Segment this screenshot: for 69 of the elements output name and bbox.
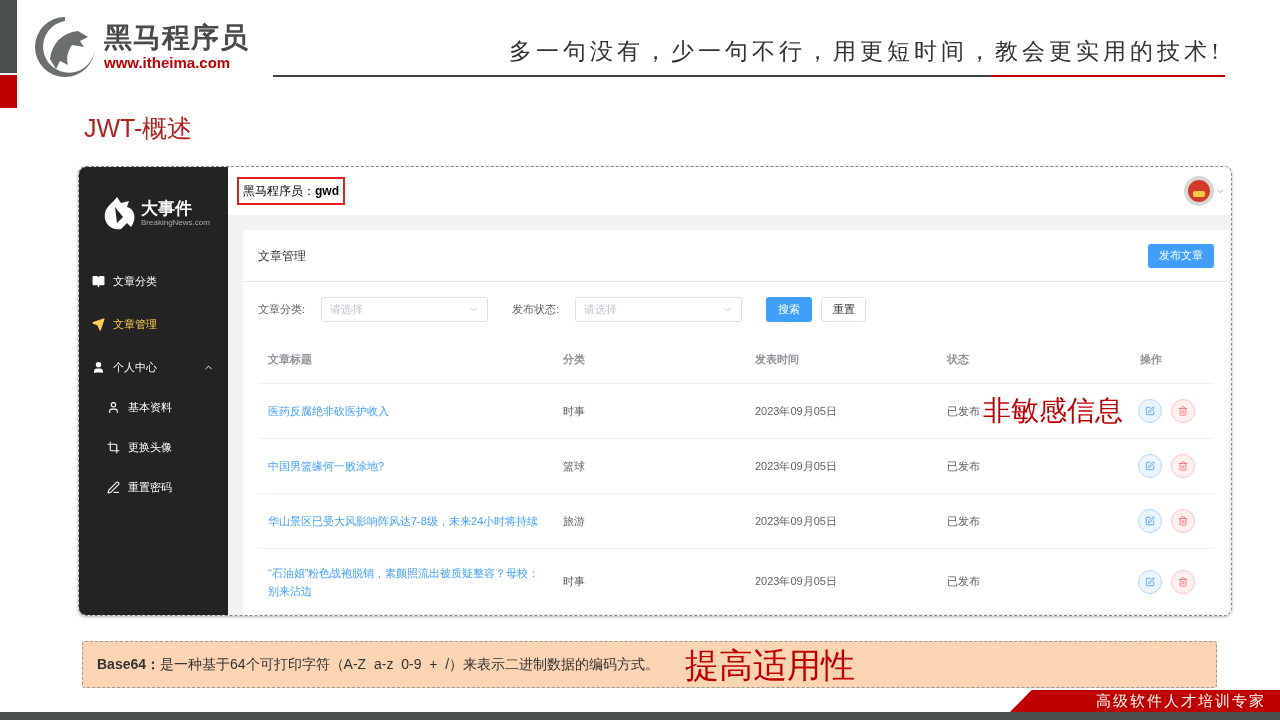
table-cell-text: 2023年09月05日 <box>755 403 838 419</box>
table-cell-text: 时事 <box>563 403 586 419</box>
trash-icon <box>1178 516 1188 526</box>
delete-button[interactable] <box>1171 399 1195 423</box>
trash-icon <box>1178 461 1188 471</box>
menu-item[interactable]: 个人中心 <box>79 347 228 387</box>
book-icon <box>92 274 105 288</box>
table-cell-text: 已发布 <box>947 458 980 474</box>
table-cell-text: 2023年09月05日 <box>755 574 838 590</box>
trash-icon <box>1178 576 1188 587</box>
slide-title: JWT-概述 <box>84 116 194 141</box>
article-title-link[interactable]: 医药反腐绝非砍医护收入 <box>268 402 548 420</box>
filter-label: 文章分类: <box>258 301 307 317</box>
app-logo-name: 大事件 <box>141 199 193 217</box>
column-header: 状态 <box>947 352 970 368</box>
pen-icon <box>107 480 120 494</box>
note-text: Base64：是一种基于64个可打印字符（A-Z a-z 0-9 + /）来表示二进制数据的编码方式。 <box>97 655 660 674</box>
delete-button[interactable] <box>1171 569 1195 594</box>
filter-label: 发布状态: <box>512 301 561 317</box>
table-cell-text: 已发布 <box>947 403 980 419</box>
column-header: 分类 <box>563 352 586 368</box>
column-header: 发表时间 <box>755 352 800 368</box>
brand-name: 黑马程序员 <box>104 24 249 52</box>
delete-button[interactable] <box>1171 454 1195 478</box>
paper-plane-icon <box>92 317 105 331</box>
delete-button[interactable] <box>1171 509 1195 533</box>
user-label: 黑马程序员：gwd <box>243 183 339 200</box>
edit-button[interactable] <box>1138 399 1162 423</box>
table-cell-text: 旅游 <box>563 513 586 529</box>
table-cell-text: 2023年09月05日 <box>755 458 838 474</box>
edit-button[interactable] <box>1138 454 1162 478</box>
column-header: 操作 <box>1139 352 1162 368</box>
menu-item[interactable]: 文章管理 <box>79 304 228 344</box>
menu-item[interactable]: 更换头像 <box>79 427 228 467</box>
accent-bar <box>0 75 17 108</box>
edit-button[interactable] <box>1138 509 1162 533</box>
user-icon <box>92 360 105 374</box>
user-icon <box>107 400 120 414</box>
search-button[interactable]: 搜索 <box>766 296 812 322</box>
avatar <box>1184 176 1214 206</box>
column-header: 文章标题 <box>267 352 313 368</box>
table-cell-text: 时事 <box>563 574 586 590</box>
menu-item[interactable]: 文章分类 <box>79 261 228 301</box>
brand-url: www.itheima.com <box>104 55 232 70</box>
splash-logo-icon <box>103 195 137 231</box>
callout-text: 非敏感信息 <box>983 397 1123 425</box>
table-cell-text: 2023年09月05日 <box>755 513 838 529</box>
edit-icon <box>1145 406 1155 416</box>
reset-button[interactable]: 重置 <box>821 296 866 322</box>
app-logo-sub: BreakingNews.com <box>141 218 210 227</box>
article-title-link[interactable]: 中国男篮缘何一败涂地? <box>268 457 548 475</box>
page-title: 文章管理 <box>258 247 307 265</box>
table-cell-text: 已发布 <box>947 574 980 590</box>
menu-item[interactable]: 重置密码 <box>79 467 228 507</box>
edit-icon <box>1145 516 1155 526</box>
menu-item[interactable]: 基本资料 <box>79 387 228 427</box>
publish-button[interactable]: 发布文章 <box>1148 243 1214 268</box>
edit-icon <box>1145 576 1155 587</box>
banner-text: 高级软件人才培训专家 <box>1096 690 1266 711</box>
article-title-link[interactable]: 华山景区已受大风影响阵风达7-8级，未来24小时将持续 <box>268 512 548 530</box>
table-cell-text: 篮球 <box>563 458 586 474</box>
tagline: 多一句没有，少一句不行，用更短时间，教会更实用的技术! <box>508 37 1224 66</box>
table-cell-text: 已发布 <box>947 513 980 529</box>
trash-icon <box>1178 406 1188 416</box>
callout-text: 提高适用性 <box>685 647 856 682</box>
edit-button[interactable] <box>1138 569 1162 594</box>
edit-icon <box>1145 461 1155 471</box>
article-title-link[interactable]: “石油姐”粉色战袍脱销，素颜照流出被质疑整容？母校：别来沾边 <box>268 563 548 600</box>
crop-icon <box>107 440 120 454</box>
